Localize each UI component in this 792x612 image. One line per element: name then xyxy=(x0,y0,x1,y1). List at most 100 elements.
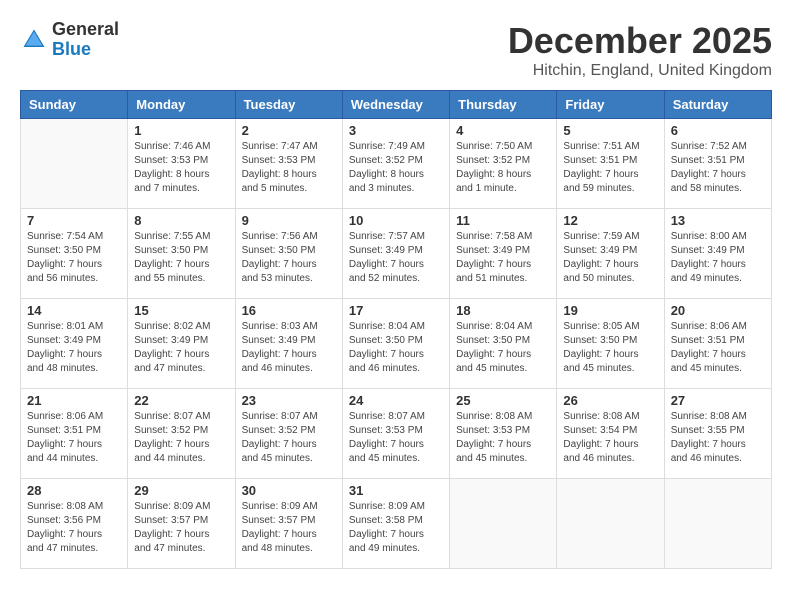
calendar-cell: 1 Sunrise: 7:46 AM Sunset: 3:53 PM Daylig… xyxy=(128,119,235,209)
calendar-cell xyxy=(450,479,557,569)
day-number: 18 xyxy=(456,303,550,318)
calendar-cell xyxy=(557,479,664,569)
logo-text: General Blue xyxy=(52,20,119,60)
day-number: 31 xyxy=(349,483,443,498)
calendar-table: SundayMondayTuesdayWednesdayThursdayFrid… xyxy=(20,90,772,569)
day-info: Sunrise: 8:05 AM Sunset: 3:50 PM Dayligh… xyxy=(563,320,657,376)
calendar-cell: 16Sunrise: 8:03 AM Sunset: 3:49 PM Dayli… xyxy=(235,299,342,389)
calendar-cell: 31 Sunrise: 8:09 AM Sunset: 3:58 PM Dayli… xyxy=(342,479,449,569)
day-info: Sunrise: 8:04 AM Sunset: 3:50 PM Dayligh… xyxy=(349,320,443,376)
header-row: SundayMondayTuesdayWednesdayThursdayFrid… xyxy=(21,91,772,119)
day-info: Sunrise: 8:09 AM Sunset: 3:57 PM Dayligh… xyxy=(242,500,336,556)
column-header-wednesday: Wednesday xyxy=(342,91,449,119)
week-row-5: 28 Sunrise: 8:08 AM Sunset: 3:56 PM Dayli… xyxy=(21,479,772,569)
day-number: 30 xyxy=(242,483,336,498)
day-info: Sunrise: 8:04 AM Sunset: 3:50 PM Dayligh… xyxy=(456,320,550,376)
calendar-cell: 7Sunrise: 7:54 AM Sunset: 3:50 PM Daylig… xyxy=(21,209,128,299)
title-area: December 2025 Hitchin, England, United K… xyxy=(508,20,772,80)
day-number: 21 xyxy=(27,393,121,408)
day-info: Sunrise: 8:06 AM Sunset: 3:51 PM Dayligh… xyxy=(27,410,121,466)
day-number: 22 xyxy=(134,393,228,408)
day-info: Sunrise: 7:58 AM Sunset: 3:49 PM Dayligh… xyxy=(456,230,550,286)
logo-blue-text: Blue xyxy=(52,40,119,60)
day-number: 20 xyxy=(671,303,765,318)
calendar-cell: 11Sunrise: 7:58 AM Sunset: 3:49 PM Dayli… xyxy=(450,209,557,299)
day-info: Sunrise: 8:08 AM Sunset: 3:56 PM Dayligh… xyxy=(27,500,121,556)
week-row-1: 1 Sunrise: 7:46 AM Sunset: 3:53 PM Daylig… xyxy=(21,119,772,209)
calendar-cell: 21 Sunrise: 8:06 AM Sunset: 3:51 PM Dayli… xyxy=(21,389,128,479)
calendar-cell: 22 Sunrise: 8:07 AM Sunset: 3:52 PM Dayli… xyxy=(128,389,235,479)
calendar-cell: 15 Sunrise: 8:02 AM Sunset: 3:49 PM Dayli… xyxy=(128,299,235,389)
week-row-2: 7Sunrise: 7:54 AM Sunset: 3:50 PM Daylig… xyxy=(21,209,772,299)
day-info: Sunrise: 8:02 AM Sunset: 3:49 PM Dayligh… xyxy=(134,320,228,376)
calendar-cell xyxy=(664,479,771,569)
day-info: Sunrise: 7:46 AM Sunset: 3:53 PM Dayligh… xyxy=(134,140,228,196)
calendar-cell: 4 Sunrise: 7:50 AM Sunset: 3:52 PM Daylig… xyxy=(450,119,557,209)
day-number: 6 xyxy=(671,123,765,138)
calendar-cell: 2 Sunrise: 7:47 AM Sunset: 3:53 PM Daylig… xyxy=(235,119,342,209)
column-header-sunday: Sunday xyxy=(21,91,128,119)
day-info: Sunrise: 7:57 AM Sunset: 3:49 PM Dayligh… xyxy=(349,230,443,286)
calendar-cell: 8 Sunrise: 7:55 AM Sunset: 3:50 PM Daylig… xyxy=(128,209,235,299)
calendar-cell: 28 Sunrise: 8:08 AM Sunset: 3:56 PM Dayli… xyxy=(21,479,128,569)
day-info: Sunrise: 8:07 AM Sunset: 3:52 PM Dayligh… xyxy=(242,410,336,466)
day-number: 15 xyxy=(134,303,228,318)
day-number: 13 xyxy=(671,213,765,228)
week-row-4: 21 Sunrise: 8:06 AM Sunset: 3:51 PM Dayli… xyxy=(21,389,772,479)
day-info: Sunrise: 7:56 AM Sunset: 3:50 PM Dayligh… xyxy=(242,230,336,286)
day-number: 12 xyxy=(563,213,657,228)
day-info: Sunrise: 8:06 AM Sunset: 3:51 PM Dayligh… xyxy=(671,320,765,376)
calendar-cell: 24 Sunrise: 8:07 AM Sunset: 3:53 PM Dayli… xyxy=(342,389,449,479)
day-info: Sunrise: 7:47 AM Sunset: 3:53 PM Dayligh… xyxy=(242,140,336,196)
logo-general-text: General xyxy=(52,20,119,40)
column-header-thursday: Thursday xyxy=(450,91,557,119)
day-info: Sunrise: 8:09 AM Sunset: 3:58 PM Dayligh… xyxy=(349,500,443,556)
calendar-cell: 6 Sunrise: 7:52 AM Sunset: 3:51 PM Daylig… xyxy=(664,119,771,209)
calendar-cell: 10 Sunrise: 7:57 AM Sunset: 3:49 PM Dayli… xyxy=(342,209,449,299)
day-info: Sunrise: 7:52 AM Sunset: 3:51 PM Dayligh… xyxy=(671,140,765,196)
day-info: Sunrise: 8:03 AM Sunset: 3:49 PM Dayligh… xyxy=(242,320,336,376)
calendar-cell: 30 Sunrise: 8:09 AM Sunset: 3:57 PM Dayli… xyxy=(235,479,342,569)
column-header-saturday: Saturday xyxy=(664,91,771,119)
calendar-cell: 5 Sunrise: 7:51 AM Sunset: 3:51 PM Daylig… xyxy=(557,119,664,209)
header: General Blue December 2025 Hitchin, Engl… xyxy=(20,20,772,80)
day-number: 8 xyxy=(134,213,228,228)
day-number: 9 xyxy=(242,213,336,228)
day-number: 28 xyxy=(27,483,121,498)
day-number: 7 xyxy=(27,213,121,228)
day-number: 25 xyxy=(456,393,550,408)
day-number: 5 xyxy=(563,123,657,138)
day-info: Sunrise: 7:49 AM Sunset: 3:52 PM Dayligh… xyxy=(349,140,443,196)
calendar-cell: 18 Sunrise: 8:04 AM Sunset: 3:50 PM Dayli… xyxy=(450,299,557,389)
day-info: Sunrise: 8:08 AM Sunset: 3:54 PM Dayligh… xyxy=(563,410,657,466)
calendar-body: 1 Sunrise: 7:46 AM Sunset: 3:53 PM Daylig… xyxy=(21,119,772,569)
day-number: 24 xyxy=(349,393,443,408)
column-header-monday: Monday xyxy=(128,91,235,119)
calendar-cell: 17 Sunrise: 8:04 AM Sunset: 3:50 PM Dayli… xyxy=(342,299,449,389)
day-number: 14 xyxy=(27,303,121,318)
calendar-cell: 13 Sunrise: 8:00 AM Sunset: 3:49 PM Dayli… xyxy=(664,209,771,299)
day-info: Sunrise: 7:55 AM Sunset: 3:50 PM Dayligh… xyxy=(134,230,228,286)
day-info: Sunrise: 8:09 AM Sunset: 3:57 PM Dayligh… xyxy=(134,500,228,556)
day-number: 4 xyxy=(456,123,550,138)
day-number: 23 xyxy=(242,393,336,408)
day-number: 26 xyxy=(563,393,657,408)
day-info: Sunrise: 7:59 AM Sunset: 3:49 PM Dayligh… xyxy=(563,230,657,286)
day-number: 1 xyxy=(134,123,228,138)
day-info: Sunrise: 8:07 AM Sunset: 3:52 PM Dayligh… xyxy=(134,410,228,466)
day-info: Sunrise: 8:01 AM Sunset: 3:49 PM Dayligh… xyxy=(27,320,121,376)
day-number: 29 xyxy=(134,483,228,498)
day-info: Sunrise: 8:00 AM Sunset: 3:49 PM Dayligh… xyxy=(671,230,765,286)
day-number: 10 xyxy=(349,213,443,228)
column-header-friday: Friday xyxy=(557,91,664,119)
calendar-cell: 29 Sunrise: 8:09 AM Sunset: 3:57 PM Dayli… xyxy=(128,479,235,569)
logo: General Blue xyxy=(20,20,119,60)
subtitle: Hitchin, England, United Kingdom xyxy=(508,62,772,80)
day-info: Sunrise: 8:07 AM Sunset: 3:53 PM Dayligh… xyxy=(349,410,443,466)
day-number: 2 xyxy=(242,123,336,138)
day-number: 17 xyxy=(349,303,443,318)
calendar-cell: 27Sunrise: 8:08 AM Sunset: 3:55 PM Dayli… xyxy=(664,389,771,479)
day-info: Sunrise: 7:51 AM Sunset: 3:51 PM Dayligh… xyxy=(563,140,657,196)
day-info: Sunrise: 7:50 AM Sunset: 3:52 PM Dayligh… xyxy=(456,140,550,196)
day-number: 3 xyxy=(349,123,443,138)
